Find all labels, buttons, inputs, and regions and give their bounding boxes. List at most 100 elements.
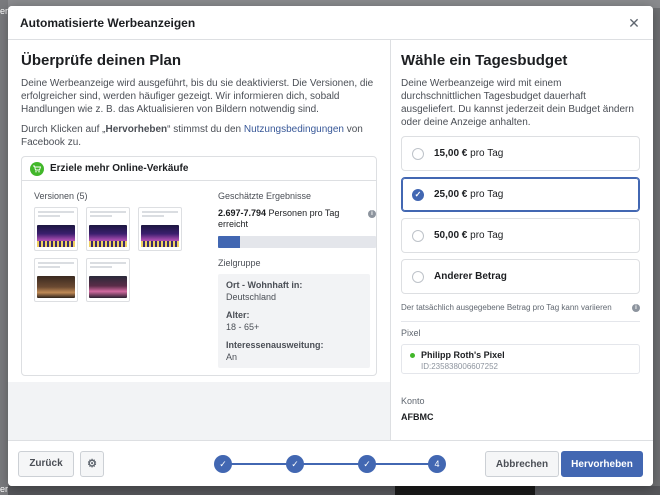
budget-option-label: Anderer Betrag: [434, 271, 507, 282]
account-value: AFBMC: [401, 412, 434, 422]
step-4: 4: [428, 455, 446, 473]
budget-amount: 50,00 €: [434, 230, 468, 241]
plan-content: Überprüfe deinen Plan Deine Werbeanzeige…: [8, 40, 390, 382]
version-thumbnail[interactable]: [86, 258, 130, 302]
thumb-text-line: [38, 262, 74, 264]
budget-amount: Anderer Betrag: [434, 271, 507, 282]
divider: [401, 321, 640, 322]
status-dot-icon: [410, 352, 415, 358]
objective-label: Erziele mehr Online-Verkäufe: [50, 163, 189, 174]
budget-option-custom[interactable]: Anderer Betrag: [401, 259, 640, 294]
automated-ads-dialog: Automatisierte Werbeanzeigen ✕ Überprüfe…: [8, 6, 653, 486]
thumb-text-line: [142, 211, 178, 213]
estimates-section: Geschätzte Ergebnisse 2.697-7.794 Person…: [218, 191, 376, 368]
backdrop-bottom: [8, 486, 660, 495]
close-icon[interactable]: ✕: [627, 16, 641, 30]
dialog-footer: Zurück ⚙ ✓ ✓ ✓ 4 Abbrechen Hervorheben: [8, 440, 653, 486]
concert-stage-image: [141, 225, 179, 247]
budget-note: Der tatsächlich ausgegebene Betrag pro T…: [401, 303, 612, 312]
version-thumbnail[interactable]: [138, 207, 182, 251]
cancel-button[interactable]: Abbrechen: [485, 451, 559, 477]
budget-note-row: Der tatsächlich ausgegebene Betrag pro T…: [401, 302, 640, 313]
stepper-line: [223, 463, 437, 465]
pixel-box: Philipp Roth's Pixel ID:235838006607252: [401, 344, 640, 374]
estimate-row: 2.697-7.794 Personen pro Tag erreicht i: [218, 208, 376, 230]
version-thumbnail[interactable]: [86, 207, 130, 251]
radio-button[interactable]: [412, 270, 424, 283]
shopping-cart-icon: [30, 161, 44, 176]
budget-amount: 25,00 €: [434, 189, 468, 200]
audience-location-label: Ort - Wohnhaft in:: [226, 280, 303, 290]
audience-age-value: 18 - 65+: [226, 322, 260, 332]
budget-option-50[interactable]: 50,00 € pro Tag: [401, 218, 640, 253]
restaurant-room-image: [37, 276, 75, 298]
step-3-check-icon: ✓: [358, 455, 376, 473]
dialog-title: Automatisierte Werbeanzeigen: [20, 15, 196, 30]
budget-option-label: 50,00 € pro Tag: [434, 230, 503, 241]
pixel-label: Pixel: [401, 328, 421, 338]
thumb-text-line: [90, 211, 126, 213]
terms-bold: Hervorheben: [105, 124, 168, 135]
versions-section: Versionen (5): [34, 191, 204, 302]
terms-notice: Durch Klicken auf „Hervorheben“ stimmst …: [21, 123, 377, 149]
radio-button-checked[interactable]: ✓: [412, 188, 424, 201]
step-1-check-icon: ✓: [214, 455, 232, 473]
back-button[interactable]: Zurück: [18, 450, 74, 477]
version-thumbnail[interactable]: [34, 207, 78, 251]
thumb-text-line: [90, 266, 112, 268]
budget-heading: Wähle ein Tagesbudget: [401, 52, 568, 69]
audience-expansion-value: An: [226, 352, 238, 362]
version-thumbnail[interactable]: [34, 258, 78, 302]
audience-age-label: Alter:: [226, 310, 250, 320]
estimates-label: Geschätzte Ergebnisse: [218, 191, 312, 201]
terms-link[interactable]: Nutzungsbedingungen: [244, 124, 344, 135]
estimate-text: 2.697-7.794 Personen pro Tag erreicht: [218, 208, 368, 230]
budget-suffix: pro Tag: [467, 148, 504, 159]
thumb-text-line: [90, 262, 126, 264]
terms-middle: “ stimmst du den: [167, 124, 244, 135]
estimate-progress-fill: [218, 236, 241, 248]
boost-button[interactable]: Hervorheben: [561, 451, 643, 477]
thumb-text-line: [38, 266, 60, 268]
plan-heading: Überprüfe deinen Plan: [21, 52, 182, 69]
terms-prefix: Durch Klicken auf „: [21, 124, 106, 135]
budget-amount: 15,00 €: [434, 148, 468, 159]
backdrop-text-top: er: [0, 6, 9, 16]
backdrop-left: [0, 0, 8, 495]
info-icon[interactable]: i: [368, 210, 376, 218]
audience-box: Ort - Wohnhaft in: Deutschland Alter: 18…: [218, 274, 370, 368]
thumb-text-line: [90, 215, 112, 217]
backdrop-text-bottom: er: [0, 484, 9, 494]
pixel-name: Philipp Roth's Pixel: [421, 350, 505, 360]
thumb-text-line: [38, 211, 74, 213]
budget-option-label: 15,00 € pro Tag: [434, 148, 503, 159]
audience-location-value: Deutschland: [226, 292, 277, 302]
plan-panel: Überprüfe deinen Plan Deine Werbeanzeige…: [8, 40, 390, 440]
pixel-id: ID:235838006607252: [421, 362, 498, 371]
budget-suffix: pro Tag: [467, 189, 504, 200]
progress-stepper: ✓ ✓ ✓ 4: [214, 454, 446, 474]
event-hall-image: [89, 276, 127, 298]
plan-description: Deine Werbeanzeige wird ausgeführt, bis …: [21, 78, 374, 115]
radio-button[interactable]: [412, 147, 424, 160]
audience-label: Zielgruppe: [218, 258, 261, 268]
thumb-text-line: [38, 215, 60, 217]
radio-button[interactable]: [412, 229, 424, 242]
budget-suffix: pro Tag: [467, 230, 504, 241]
budget-option-15[interactable]: 15,00 € pro Tag: [401, 136, 640, 171]
version-thumbnails: [34, 207, 204, 302]
estimate-progress-bar: [218, 236, 376, 248]
thumb-text-line: [142, 215, 164, 217]
account-label: Konto: [401, 396, 425, 406]
budget-description: Deine Werbeanzeige wird mit einem durchs…: [401, 78, 634, 128]
objective-header: Erziele mehr Online-Verkäufe: [22, 157, 376, 181]
step-2-check-icon: ✓: [286, 455, 304, 473]
info-icon[interactable]: i: [632, 304, 640, 312]
concert-stage-image: [89, 225, 127, 247]
dialog-header: Automatisierte Werbeanzeigen ✕: [8, 6, 653, 40]
budget-option-25[interactable]: ✓ 25,00 € pro Tag: [401, 177, 640, 212]
budget-panel: Wähle ein Tagesbudget Deine Werbeanzeige…: [390, 40, 653, 440]
versions-label: Versionen (5): [34, 191, 88, 201]
ad-plan-card: Erziele mehr Online-Verkäufe Versionen (…: [21, 156, 377, 376]
gear-icon[interactable]: ⚙: [80, 450, 104, 477]
